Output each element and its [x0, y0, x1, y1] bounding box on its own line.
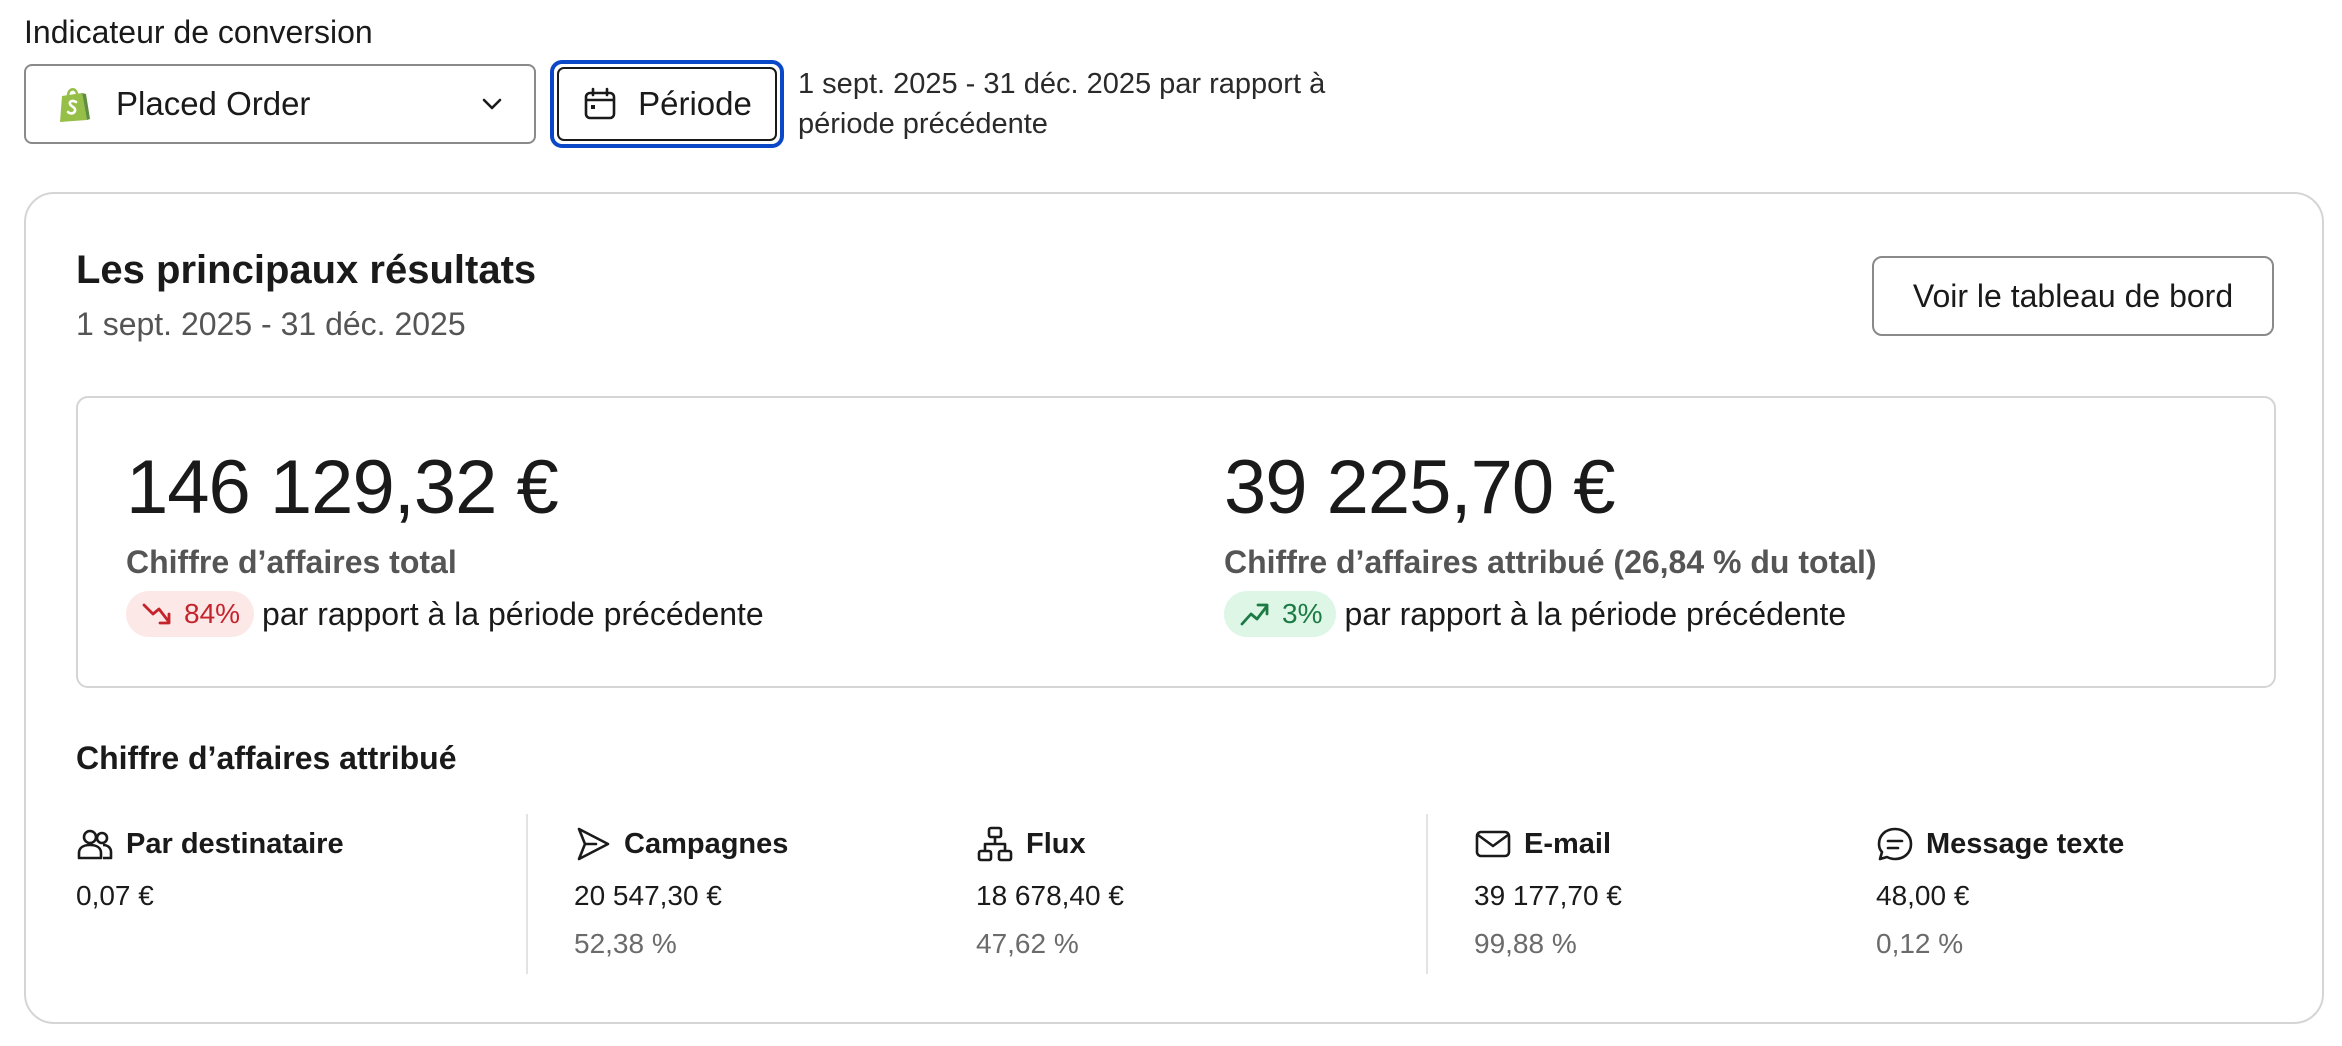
- column-value: 39 177,70 €: [1474, 880, 1622, 911]
- shopify-icon: [60, 88, 90, 122]
- period-button-label: Période: [638, 85, 752, 122]
- column-value: 20 547,30 €: [574, 880, 722, 911]
- trend-down-icon: [142, 603, 171, 625]
- view-dashboard-button[interactable]: Voir le tableau de bord: [1872, 256, 2274, 336]
- column-title: Campagnes: [624, 827, 789, 860]
- kpi-attributed-revenue: 39 225,70 € Chiffre d’affaires attribué …: [1224, 448, 1877, 637]
- trend-up-badge: 3%: [1224, 591, 1337, 637]
- column-campaigns: Campagnes 20 547,30 € 52,38 %: [574, 824, 788, 960]
- column-title: Message texte: [1926, 827, 2125, 860]
- column-value: 18 678,40 €: [976, 880, 1124, 911]
- column-divider: [526, 814, 528, 974]
- conversion-metric-label: Indicateur de conversion: [24, 14, 373, 50]
- conversion-metric-select[interactable]: Placed Order: [24, 64, 536, 144]
- selected-metric: Placed Order: [116, 85, 311, 122]
- calendar-icon: [584, 87, 616, 120]
- column-value: 48,00 €: [1876, 880, 1970, 911]
- column-percent: 47,62 %: [976, 928, 1079, 959]
- trend-comparison: par rapport à la période précédente: [262, 595, 764, 632]
- send-icon: [577, 827, 610, 861]
- kpi-label: Chiffre d’affaires attribué (26,84 % du …: [1224, 544, 1877, 580]
- flow-icon: [977, 826, 1013, 862]
- card-title: Les principaux résultats: [76, 248, 537, 292]
- column-percent: 52,38 %: [574, 928, 677, 959]
- column-value: 0,07 €: [76, 880, 154, 911]
- kpi-value: 39 225,70 €: [1224, 445, 1615, 530]
- period-button[interactable]: Période: [550, 60, 784, 148]
- chevron-down-icon: [482, 98, 502, 110]
- trend-down-badge: 84%: [126, 591, 255, 637]
- period-comparison-text: 1 sept. 2025 - 31 déc. 2025 par rapport …: [798, 68, 1326, 140]
- column-percent: 0,12 %: [1876, 928, 1964, 959]
- column-per-recipient: Par destinataire 0,07 €: [76, 824, 344, 912]
- column-title: Flux: [1026, 827, 1086, 860]
- column-divider: [1426, 814, 1428, 974]
- trend-up-icon: [1240, 603, 1269, 626]
- column-sms: Message texte 48,00 € 0,12 %: [1876, 824, 2124, 960]
- kpi-value: 146 129,32 €: [126, 445, 559, 530]
- column-title: E-mail: [1524, 827, 1612, 860]
- trend-comparison: par rapport à la période précédente: [1344, 595, 1847, 632]
- message-icon: [1877, 827, 1913, 861]
- column-email: E-mail 39 177,70 € 99,88 %: [1474, 824, 1622, 960]
- mail-icon: [1475, 830, 1511, 858]
- users-icon: [77, 829, 113, 860]
- column-title: Par destinataire: [126, 827, 344, 860]
- kpi-trend: 3% par rapport à la période précédente: [1224, 591, 1877, 637]
- kpi-total-revenue: 146 129,32 € Chiffre d’affaires total 84…: [126, 448, 764, 637]
- column-percent: 99,88 %: [1474, 928, 1577, 959]
- card-date-range: 1 sept. 2025 - 31 déc. 2025: [76, 306, 466, 342]
- kpi-trend: 84% par rapport à la période précédente: [126, 591, 764, 637]
- trend-value: 3%: [1282, 598, 1323, 629]
- kpi-label: Chiffre d’affaires total: [126, 544, 457, 580]
- column-flows: Flux 18 678,40 € 47,62 %: [976, 824, 1124, 960]
- attributed-revenue-title: Chiffre d’affaires attribué: [76, 740, 457, 776]
- trend-value: 84%: [184, 598, 241, 629]
- key-results-card: Les principaux résultats 1 sept. 2025 - …: [24, 192, 2324, 1024]
- kpi-panel: 146 129,32 € Chiffre d’affaires total 84…: [76, 396, 2276, 688]
